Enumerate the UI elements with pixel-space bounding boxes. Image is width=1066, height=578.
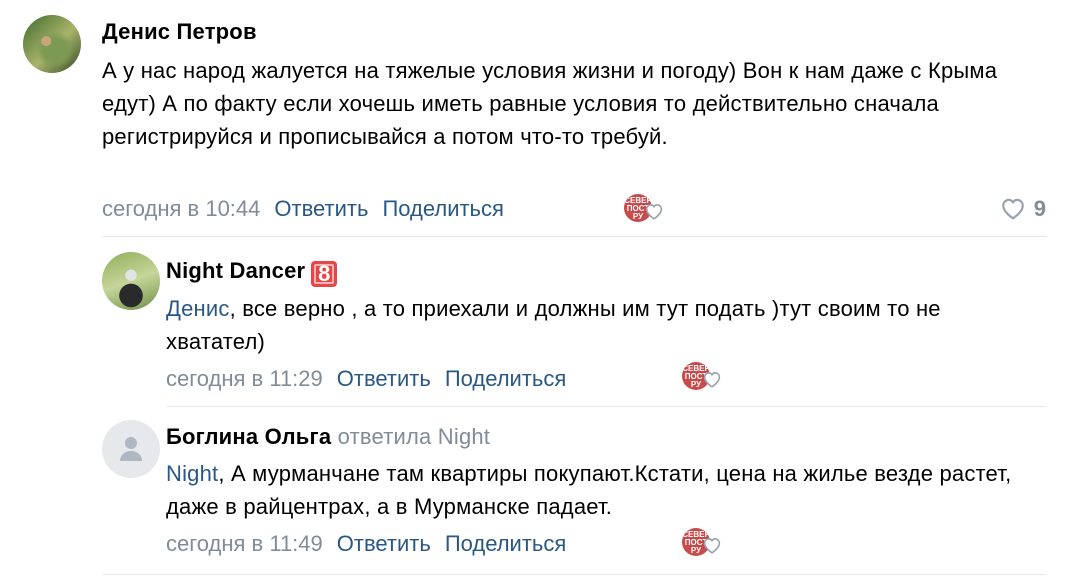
author-name[interactable]: Night Dancer — [166, 258, 305, 283]
comment-body: , все верно , а то приехали и должны им … — [166, 296, 941, 354]
like-button[interactable]: 9 — [1000, 196, 1046, 222]
reaction-button[interactable]: СЕВЕР ПОСТ РУ — [624, 194, 663, 222]
reaction-button[interactable]: СЕВЕР ПОСТ РУ — [682, 362, 721, 390]
comment-meta: сегодня в 10:44 Ответить Поделиться — [102, 196, 504, 222]
comment-text: Night, А мурманчане там квартиры покупаю… — [166, 457, 1046, 523]
divider — [166, 406, 1046, 407]
user-placeholder-icon — [120, 437, 142, 461]
author-name[interactable]: Боглина Ольга — [166, 424, 331, 449]
heart-icon — [703, 372, 721, 388]
divider — [102, 236, 1046, 237]
like-count: 9 — [1033, 196, 1046, 221]
heart-icon — [1001, 198, 1024, 220]
mention-link[interactable]: Night — [166, 461, 218, 486]
avatar[interactable] — [102, 420, 160, 478]
comment-body: , А мурманчане там квартиры покупают.Кст… — [166, 461, 1012, 519]
avatar[interactable] — [23, 15, 81, 73]
badge-icon: 8 — [311, 261, 338, 287]
comment-text: А у нас народ жалуется на тяжелые услови… — [102, 54, 1032, 153]
share-button[interactable]: Поделиться — [445, 531, 566, 556]
comment-body: А у нас народ жалуется на тяжелые услови… — [102, 58, 998, 149]
replied-to-link[interactable]: ответила Night — [338, 424, 490, 449]
divider — [102, 574, 1046, 575]
comment-meta: сегодня в 11:29 Ответить Поделиться — [166, 366, 566, 392]
reply-button[interactable]: Ответить — [337, 531, 431, 556]
comment-text: Денис, все верно , а то приехали и должн… — [166, 292, 1046, 358]
comment-author[interactable]: Денис Петров — [102, 19, 257, 45]
comment-meta: сегодня в 11:49 Ответить Поделиться — [166, 531, 566, 557]
author-name[interactable]: Денис Петров — [102, 19, 257, 44]
heart-icon — [645, 204, 663, 220]
timestamp[interactable]: сегодня в 10:44 — [102, 196, 260, 221]
comment-author[interactable]: Боглина Ольга ответила Night — [166, 424, 490, 450]
share-button[interactable]: Поделиться — [445, 366, 566, 391]
timestamp[interactable]: сегодня в 11:29 — [166, 366, 323, 391]
share-button[interactable]: Поделиться — [382, 196, 503, 221]
reply-button[interactable]: Ответить — [337, 366, 431, 391]
comment-author[interactable]: Night Dancer 8 — [166, 258, 338, 287]
mention-link[interactable]: Денис — [166, 296, 230, 321]
timestamp[interactable]: сегодня в 11:49 — [166, 531, 323, 556]
reply-button[interactable]: Ответить — [274, 196, 368, 221]
reaction-button[interactable]: СЕВЕР ПОСТ РУ — [682, 528, 721, 556]
avatar[interactable] — [102, 252, 160, 310]
heart-icon — [703, 538, 721, 554]
